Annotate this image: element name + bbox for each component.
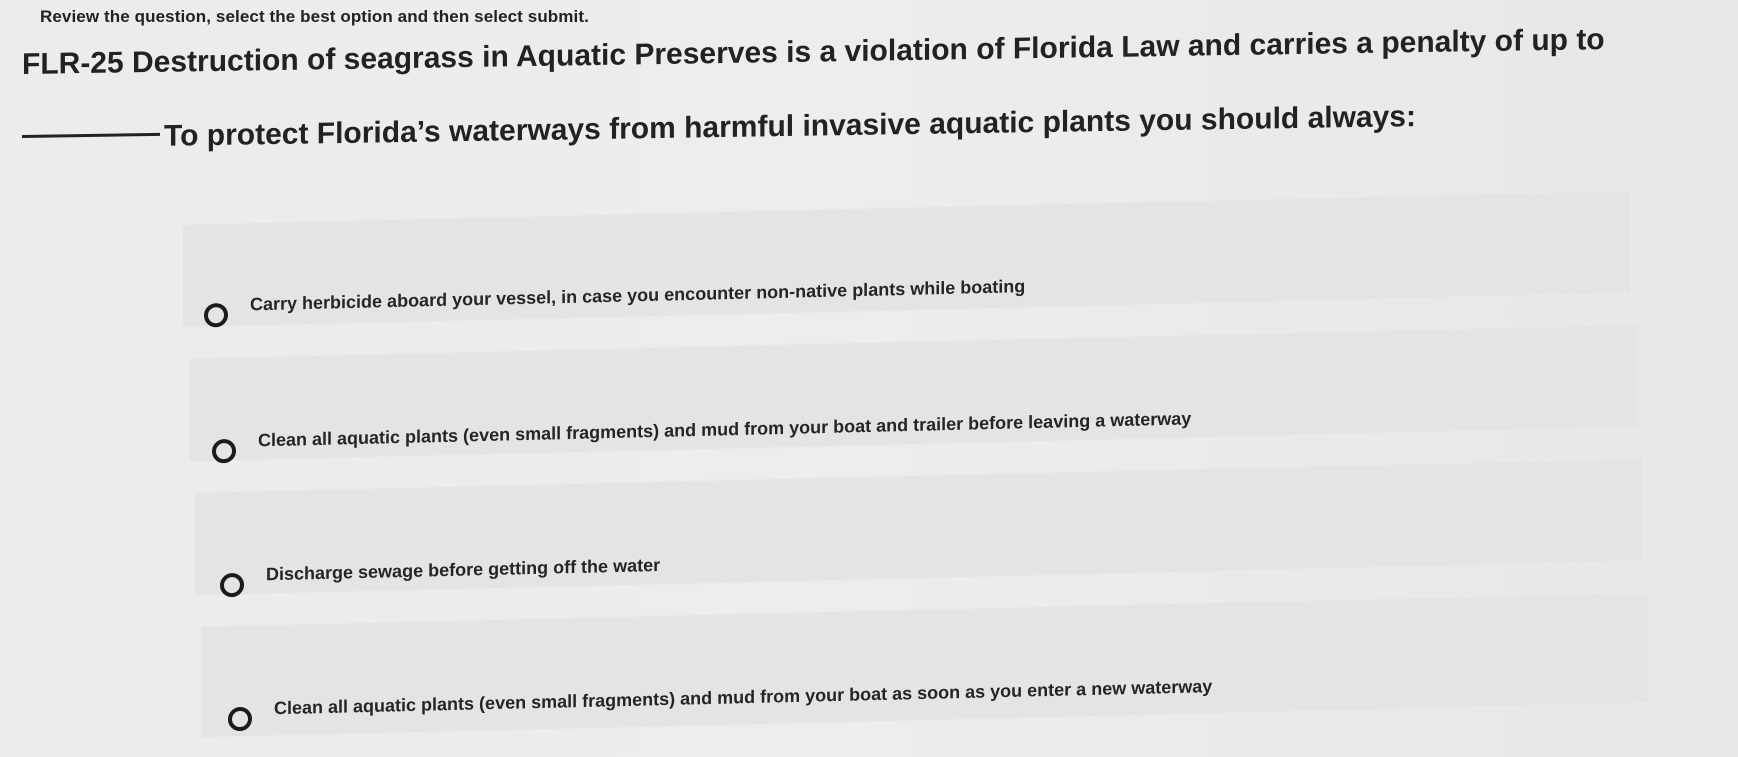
answer-option-label: Clean all aquatic plants (even small fra… bbox=[258, 408, 1192, 451]
answer-option-1[interactable]: Carry herbicide aboard your vessel, in c… bbox=[182, 189, 1632, 328]
answer-option-4[interactable]: Clean all aquatic plants (even small fra… bbox=[200, 591, 1650, 738]
answer-option-3[interactable]: Discharge sewage before getting off the … bbox=[194, 457, 1644, 598]
answer-option-label: Clean all aquatic plants (even small fra… bbox=[274, 676, 1213, 719]
answer-option-label: Discharge sewage before getting off the … bbox=[266, 555, 661, 585]
answer-option-2[interactable]: Clean all aquatic plants (even small fra… bbox=[188, 323, 1638, 464]
radio-button-icon[interactable] bbox=[212, 438, 236, 464]
answer-option-label: Carry herbicide aboard your vessel, in c… bbox=[250, 276, 1026, 315]
answer-options: Carry herbicide aboard your vessel, in c… bbox=[0, 0, 1738, 757]
radio-button-icon[interactable] bbox=[204, 302, 228, 328]
radio-button-icon[interactable] bbox=[228, 706, 252, 732]
radio-button-icon[interactable] bbox=[220, 572, 244, 598]
